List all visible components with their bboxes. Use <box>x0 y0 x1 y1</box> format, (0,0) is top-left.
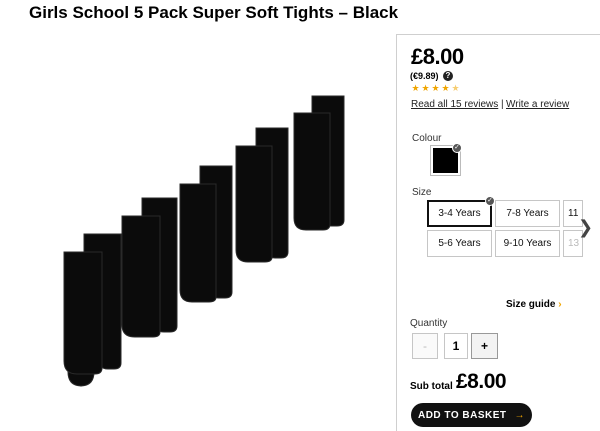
size-option-7-8-years[interactable]: 7-8 Years <box>495 200 560 227</box>
quantity-label: Quantity <box>410 318 448 329</box>
subtotal-label: Sub total <box>410 381 453 392</box>
arrow-right-icon: › <box>558 299 562 310</box>
help-icon[interactable]: ? <box>443 71 453 81</box>
chevron-right-icon[interactable]: ❯ <box>578 218 593 236</box>
read-reviews-link[interactable]: Read all 15 reviews <box>411 99 498 110</box>
size-guide-link[interactable]: Size guide › <box>506 299 562 310</box>
size-label: Size <box>412 187 432 198</box>
selected-check-icon: ✓ <box>452 143 462 153</box>
selected-check-icon: ✓ <box>485 196 495 206</box>
size-option-9-10-years[interactable]: 9-10 Years <box>495 230 560 257</box>
rating-stars: ★ ★ ★ ★ ★ <box>411 84 460 93</box>
product-title: Girls School 5 Pack Super Soft Tights – … <box>29 3 399 22</box>
star-icon: ★ <box>411 83 420 93</box>
star-icon: ★ <box>441 83 450 93</box>
size-guide-label: Size guide <box>506 299 556 310</box>
quantity-decrement-button[interactable]: - <box>412 333 438 359</box>
star-icon: ★ <box>451 83 460 93</box>
quantity-input[interactable]: 1 <box>444 333 468 359</box>
quantity-increment-button[interactable]: + <box>471 333 498 359</box>
colour-label: Colour <box>412 133 442 144</box>
add-to-basket-label: ADD TO BASKET <box>417 409 507 421</box>
subtotal-value: £8.00 <box>456 370 507 393</box>
product-image <box>63 95 345 387</box>
star-icon: ★ <box>431 83 440 93</box>
size-option-5-6-years[interactable]: 5-6 Years <box>427 230 492 257</box>
add-to-basket-button[interactable]: ADD TO BASKET → <box>411 403 532 427</box>
price-eur: (€9.89) <box>410 71 439 81</box>
star-icon: ★ <box>421 83 430 93</box>
price: £8.00 <box>411 44 464 69</box>
arrow-right-icon: → <box>514 409 526 421</box>
size-option-3-4-years[interactable]: 3-4 Years <box>427 200 492 227</box>
review-link-separator: | <box>501 99 504 110</box>
write-review-link[interactable]: Write a review <box>506 99 569 110</box>
